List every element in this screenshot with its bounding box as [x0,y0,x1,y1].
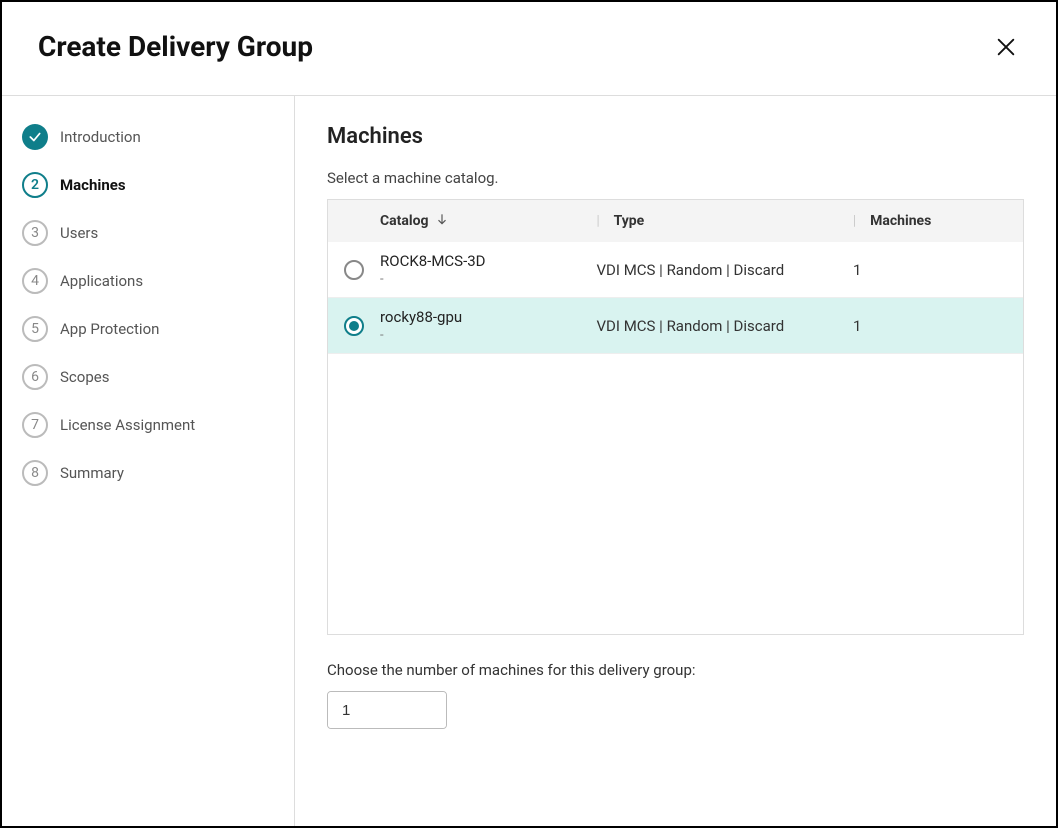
catalog-table: Catalog |Type |Machines ROCK8-MCS-3D - VDI… [327,199,1024,635]
wizard-step-scopes[interactable]: 6 Scopes [22,364,274,390]
step-number-badge: 6 [22,364,48,390]
wizard-step-users[interactable]: 3 Users [22,220,274,246]
machine-count-input[interactable] [328,692,447,728]
step-number-badge: 3 [22,220,48,246]
col-header-machines-label: Machines [870,213,931,229]
table-body: ROCK8-MCS-3D-VDI MCS | Random | Discard1… [328,242,1023,634]
step-number-badge: 2 [22,172,48,198]
col-header-type-label: Type [614,213,645,229]
step-label: Introduction [60,128,141,146]
catalog-machines-count: 1 [853,317,1023,335]
catalog-sub: - [380,328,462,343]
section-subtitle: Select a machine catalog. [327,169,1024,187]
step-label: Machines [60,176,126,194]
step-number-badge: 8 [22,460,48,486]
step-number-badge: 5 [22,316,48,342]
check-icon [22,124,48,150]
page-title: Create Delivery Group [38,30,313,63]
table-row[interactable]: rocky88-gpu - VDI MCS | Random | Discard1 [328,298,1023,354]
step-label: License Assignment [60,416,195,434]
wizard-step-license-assignment[interactable]: 7 License Assignment [22,412,274,438]
table-row[interactable]: ROCK8-MCS-3D - VDI MCS | Random | Discard1 [328,242,1023,298]
machine-count-stepper [327,691,447,729]
catalog-radio[interactable] [344,316,364,336]
step-label: App Protection [60,320,159,338]
wizard-step-machines[interactable]: 2 Machines [22,172,274,198]
step-label: Applications [60,272,143,290]
catalog-sub: - [380,272,486,287]
main-content: Machines Select a machine catalog. Catal… [295,96,1056,826]
catalog-machines-count: 1 [853,261,1023,279]
step-label: Scopes [60,368,109,386]
dialog-header: Create Delivery Group [2,2,1056,96]
wizard-step-app-protection[interactable]: 5 App Protection [22,316,274,342]
col-header-catalog-label: Catalog [380,213,429,229]
wizard-step-applications[interactable]: 4 Applications [22,268,274,294]
col-header-machines[interactable]: |Machines [853,213,1023,229]
wizard-step-introduction[interactable]: Introduction [22,124,274,150]
wizard-step-summary[interactable]: 8 Summary [22,460,274,486]
step-number-badge: 7 [22,412,48,438]
close-button[interactable] [992,33,1020,61]
section-title: Machines [327,124,1024,149]
step-number-badge: 4 [22,268,48,294]
catalog-name: rocky88-gpu [380,308,462,326]
catalog-type: VDI MCS | Random | Discard [597,261,854,279]
catalog-radio[interactable] [344,260,364,280]
catalog-type: VDI MCS | Random | Discard [597,317,854,335]
table-header: Catalog |Type |Machines [328,200,1023,242]
step-label: Summary [60,464,124,482]
step-label: Users [60,224,98,242]
catalog-name: ROCK8-MCS-3D [380,252,486,270]
sort-down-icon [435,212,449,230]
wizard-steps-sidebar: Introduction 2 Machines 3 Users 4 Applications… [2,96,295,826]
col-header-catalog[interactable]: Catalog [380,212,597,230]
choose-count-label: Choose the number of machines for this d… [327,661,1024,679]
col-header-type[interactable]: |Type [597,213,854,229]
